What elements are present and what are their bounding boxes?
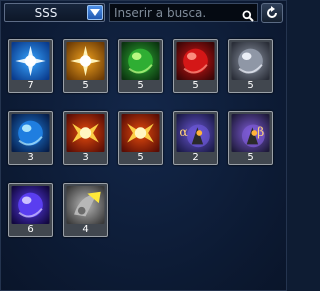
item-slot[interactable]: 5	[118, 111, 163, 165]
item-count: 3	[27, 152, 34, 163]
item-count: 7	[27, 80, 34, 91]
yellow-horn-icon	[66, 186, 105, 224]
item-count: 6	[27, 224, 34, 235]
category-dropdown[interactable]: SSS	[4, 3, 105, 22]
alpha-creature-icon: α	[176, 114, 215, 152]
gold-starburst-icon	[66, 42, 105, 80]
item-slot[interactable]: 4	[63, 183, 108, 237]
item-count: 5	[137, 80, 144, 91]
red-orb-icon	[176, 42, 215, 80]
svg-text:α: α	[179, 125, 187, 139]
item-count: 5	[82, 80, 89, 91]
category-dropdown-value: SSS	[34, 6, 58, 20]
item-slot[interactable]: 3	[63, 111, 108, 165]
item-slot[interactable]: 5	[173, 39, 218, 93]
item-slot[interactable]: 5	[63, 39, 108, 93]
refresh-button[interactable]	[261, 3, 283, 23]
item-count: 5	[247, 152, 254, 163]
item-slot[interactable]: β 5	[228, 111, 273, 165]
blue-starburst-icon	[11, 42, 50, 80]
item-slot[interactable]: 6	[8, 183, 53, 237]
item-count: 2	[192, 152, 199, 163]
item-count: 3	[82, 152, 89, 163]
item-slot[interactable]: α 2	[173, 111, 218, 165]
item-slot[interactable]: 5	[228, 39, 273, 93]
item-slot[interactable]: 7	[8, 39, 53, 93]
item-slot[interactable]: 5	[118, 39, 163, 93]
white-orb-icon	[231, 42, 270, 80]
item-count: 5	[137, 152, 144, 163]
refresh-icon	[267, 6, 277, 18]
search-input[interactable]: Inserir a busca.	[109, 3, 258, 22]
search-placeholder: Inserir a busca.	[114, 6, 207, 20]
purple-vortex-icon	[11, 186, 50, 224]
inventory-panel: SSS Inserir a busca. 7 5 5 5 5 3 3 5 α 2…	[0, 0, 287, 291]
item-count: 5	[192, 80, 199, 91]
fire-cross-icon	[121, 114, 160, 152]
item-count: 4	[82, 224, 89, 235]
svg-text:β: β	[257, 125, 264, 139]
item-count: 5	[247, 80, 254, 91]
toolbar: SSS Inserir a busca.	[4, 3, 284, 24]
beta-creature-icon: β	[231, 114, 270, 152]
green-orb-icon	[121, 42, 160, 80]
item-slot[interactable]: 3	[8, 111, 53, 165]
fire-cross-icon	[66, 114, 105, 152]
search-icon[interactable]	[242, 7, 254, 26]
blue-sphere-icon	[11, 114, 50, 152]
chevron-down-icon[interactable]	[87, 5, 103, 20]
